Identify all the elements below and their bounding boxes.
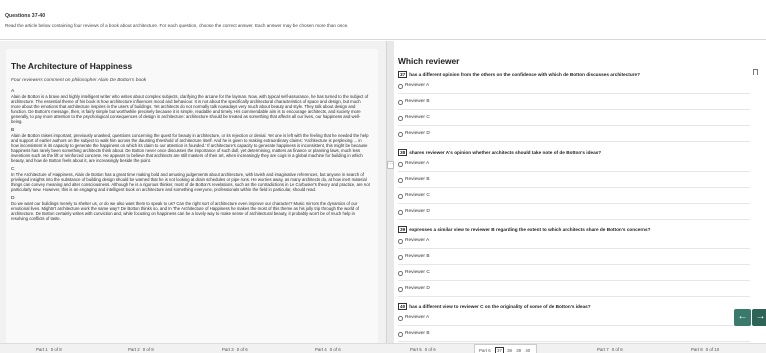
option-39-a[interactable]: Reviewer A [398, 236, 750, 249]
question-number: 40 [398, 303, 408, 310]
review-text-b: Alain de Botton raises important, previo… [11, 133, 369, 163]
radio-icon[interactable] [398, 332, 403, 337]
radio-icon[interactable] [398, 162, 403, 167]
question-text: shares reviewer A's opinion whether arch… [409, 150, 602, 155]
option-38-c[interactable]: Reviewer C [398, 191, 750, 204]
option-37-a[interactable]: Reviewer A [398, 81, 750, 94]
question-39: 39 expresses a similar view to reviewer B… [398, 226, 754, 233]
option-37-c[interactable]: Reviewer C [398, 113, 750, 126]
question-number: 37 [398, 71, 408, 78]
review-text-c: In The Architecture of Happiness, Alain … [11, 172, 370, 192]
review-text-a: Alain de Botton is a brave and highly in… [11, 94, 369, 124]
option-38-b[interactable]: Reviewer B [398, 175, 750, 188]
option-38-d[interactable]: Reviewer D [398, 207, 750, 220]
next-button[interactable]: → [752, 309, 766, 326]
review-text-d: Do we want our buildings merely to shelt… [11, 201, 359, 221]
part-navigation-bar: Part 10 of 8 Part 20 of 8 Part 30 of 6 P… [0, 343, 766, 353]
arrow-left-icon: ← [737, 311, 748, 322]
part-tab-6[interactable]: Part 6 37 38 39 40 [474, 344, 538, 353]
article-card: The Architecture of Happiness Four revie… [6, 49, 378, 343]
part-tab-7[interactable]: Part 70 of 6 [597, 347, 623, 352]
pane-divider[interactable] [386, 41, 394, 343]
option-37-b[interactable]: Reviewer B [398, 97, 750, 110]
question-header: Questions 37-40 Read the article below c… [0, 0, 766, 40]
option-37-d[interactable]: Reviewer D [398, 129, 750, 142]
question-nav-40[interactable]: 40 [524, 348, 531, 353]
radio-icon[interactable] [398, 178, 403, 183]
question-nav-39[interactable]: 39 [515, 348, 522, 353]
radio-icon[interactable] [398, 132, 403, 137]
question-38: 38 shares reviewer A's opinion whether ar… [398, 149, 754, 156]
question-40: 40 has a different view to reviewer C on … [398, 303, 754, 310]
radio-icon[interactable] [398, 239, 403, 244]
radio-icon[interactable] [398, 84, 403, 89]
article-pane[interactable]: The Architecture of Happiness Four revie… [0, 41, 386, 343]
question-37: 37 has a different opinion from the other… [398, 71, 754, 78]
expand-pane-button[interactable]: ⋯ [387, 161, 394, 169]
radio-icon[interactable] [398, 210, 403, 215]
radio-icon[interactable] [398, 316, 403, 321]
part-tab-4[interactable]: Part 40 of 6 [315, 347, 341, 352]
previous-button[interactable]: ← [734, 309, 751, 326]
question-text: has a different opinion from the others … [409, 72, 640, 77]
part-tab-3[interactable]: Part 30 of 6 [222, 347, 248, 352]
radio-icon[interactable] [398, 287, 403, 292]
part-tab-8[interactable]: Part 80 of 10 [691, 347, 719, 352]
option-40-b[interactable]: Reviewer B [398, 329, 750, 342]
part-tab-5[interactable]: Part 50 of 6 [410, 347, 436, 352]
question-pane[interactable]: Which reviewer 37 has a different opinion… [394, 41, 766, 343]
question-text: has a different view to reviewer C on th… [409, 304, 591, 309]
radio-icon[interactable] [398, 271, 403, 276]
question-nav-38[interactable]: 38 [506, 348, 513, 353]
option-39-c[interactable]: Reviewer C [398, 268, 750, 281]
question-number: 39 [398, 226, 408, 233]
part-tab-2[interactable]: Part 20 of 8 [128, 347, 154, 352]
question-nav-37[interactable]: 37 [494, 347, 504, 353]
article-title: The Architecture of Happiness [11, 61, 133, 71]
questions-title: Questions 37-40 [5, 13, 46, 19]
instructions-text: Read the article below containing four r… [5, 23, 349, 28]
radio-icon[interactable] [398, 194, 403, 199]
article-subtitle: Four reviewers comment on philosopher Al… [11, 78, 147, 83]
radio-icon[interactable] [398, 100, 403, 105]
question-text: expresses a similar view to reviewer B r… [409, 227, 651, 232]
option-40-a[interactable]: Reviewer A [398, 313, 750, 326]
option-39-d[interactable]: Reviewer D [398, 284, 750, 297]
part-tab-1[interactable]: Part 10 of 8 [36, 347, 62, 352]
question-number: 38 [398, 149, 408, 156]
question-group-title: Which reviewer [398, 56, 460, 66]
radio-icon[interactable] [398, 255, 403, 260]
radio-icon[interactable] [398, 116, 403, 121]
arrow-right-icon: → [755, 311, 766, 322]
option-38-a[interactable]: Reviewer A [398, 159, 750, 172]
option-39-b[interactable]: Reviewer B [398, 252, 750, 265]
